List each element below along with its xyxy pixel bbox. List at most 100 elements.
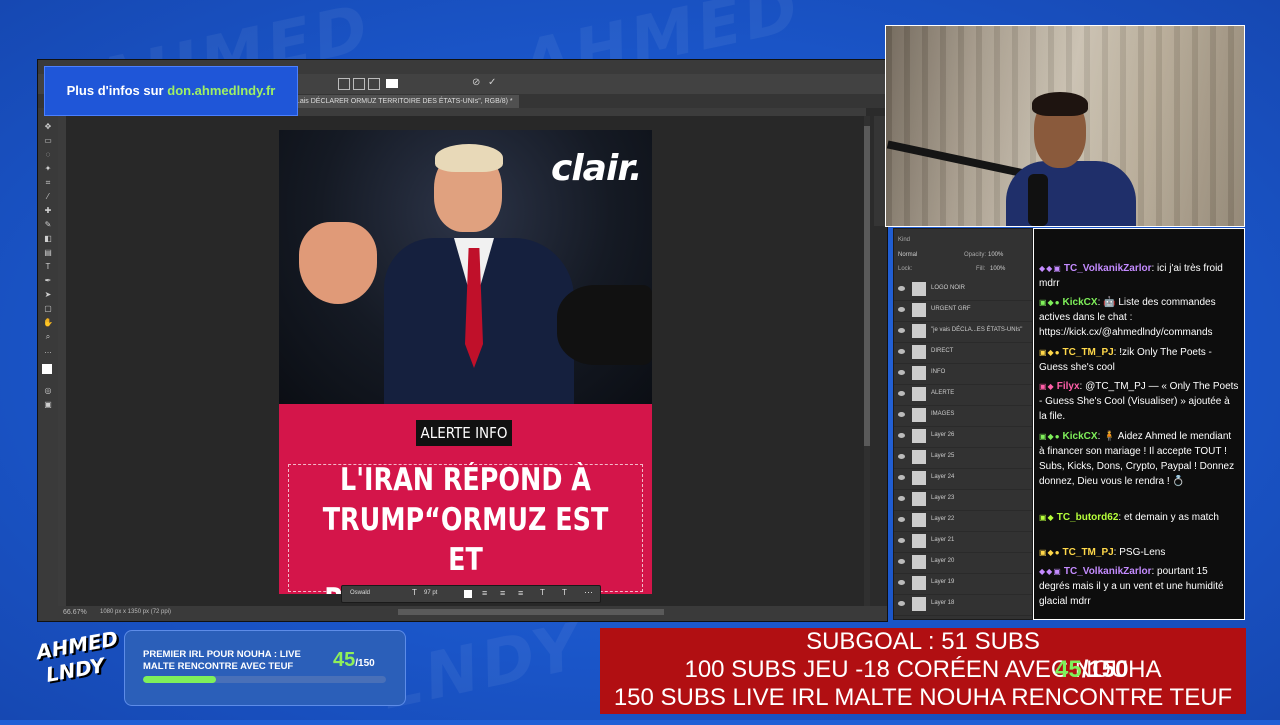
- layer-row[interactable]: LOGO NOIR: [894, 279, 1032, 301]
- visibility-eye-icon[interactable]: [898, 601, 905, 606]
- fill-field[interactable]: 100%: [990, 266, 1005, 272]
- layers-search[interactable]: Kind: [898, 237, 910, 243]
- chat-badges-icon: ▣◆●: [1039, 432, 1061, 441]
- blend-mode-select[interactable]: Normal: [898, 252, 917, 258]
- align-right-icon[interactable]: [368, 78, 380, 90]
- text-bounding-box[interactable]: [288, 464, 643, 592]
- layer-row[interactable]: Layer 22: [894, 510, 1032, 532]
- align-left-icon[interactable]: [338, 78, 350, 90]
- align-center-icon[interactable]: [353, 78, 365, 90]
- photo-microphone: [557, 285, 652, 365]
- visibility-eye-icon[interactable]: [898, 475, 905, 480]
- layer-row[interactable]: DIRECT: [894, 342, 1032, 364]
- font-size-icon: T: [412, 588, 417, 597]
- chat-username[interactable]: TC_VolkanikZarlor: [1064, 566, 1152, 577]
- goal-progress-fill: [143, 676, 216, 683]
- layer-row[interactable]: Layer 18: [894, 594, 1032, 616]
- zoom-tool-icon[interactable]: ⌕: [42, 332, 54, 341]
- layer-row[interactable]: Layer 24: [894, 468, 1032, 490]
- font-family-select[interactable]: Oswald: [350, 590, 370, 596]
- visibility-eye-icon[interactable]: [898, 349, 905, 354]
- healing-brush-icon[interactable]: ✚: [42, 206, 54, 215]
- crop-tool-icon[interactable]: ⌗: [42, 178, 54, 187]
- screen-mode-icon[interactable]: ▣: [42, 400, 54, 409]
- align-right-icon[interactable]: ≡: [518, 588, 523, 598]
- visibility-eye-icon[interactable]: [898, 391, 905, 396]
- align-center-icon[interactable]: ≡: [500, 588, 505, 598]
- chat-username[interactable]: TC_TM_PJ: [1063, 347, 1114, 358]
- layer-row[interactable]: Layer 25: [894, 447, 1032, 469]
- chat-message: ▣◆● KickCX: 🧍 Aidez Ahmed le mendiant à f…: [1039, 429, 1239, 489]
- path-select-icon[interactable]: ➤: [42, 290, 54, 299]
- visibility-eye-icon[interactable]: [898, 538, 905, 543]
- visibility-eye-icon[interactable]: [898, 517, 905, 522]
- chat-text: : PSG-Lens: [1113, 547, 1166, 558]
- channel-logo: AHMED LNDY: [34, 626, 119, 709]
- chat-badges-icon: ▣◆●: [1039, 348, 1061, 357]
- visibility-eye-icon[interactable]: [898, 328, 905, 333]
- donation-link[interactable]: don.ahmedlndy.fr: [167, 83, 275, 98]
- zoom-level[interactable]: 66.67%: [63, 609, 87, 616]
- more-options-icon[interactable]: ⋯: [584, 587, 593, 598]
- more-tools-icon[interactable]: …: [42, 346, 54, 355]
- visibility-eye-icon[interactable]: [898, 370, 905, 375]
- visibility-eye-icon[interactable]: [898, 412, 905, 417]
- eyedropper-icon[interactable]: ⁄: [42, 192, 54, 201]
- chat-username[interactable]: TC_VolkanikZarlor: [1064, 263, 1152, 274]
- chat-username[interactable]: Filyx: [1057, 381, 1080, 392]
- visibility-eye-icon[interactable]: [898, 559, 905, 564]
- layer-thumbnail: [912, 408, 926, 422]
- layer-row[interactable]: Layer 20: [894, 552, 1032, 574]
- chat-username[interactable]: KickCX: [1063, 431, 1098, 442]
- document-canvas[interactable]: clair. ALERTE INFO L'IRAN RÉPOND À TRUMP…: [279, 130, 652, 594]
- visibility-eye-icon[interactable]: [898, 433, 905, 438]
- marquee-tool-icon[interactable]: ▭: [42, 136, 54, 145]
- text-options-icon[interactable]: T: [562, 588, 567, 597]
- move-tool-icon[interactable]: ✥: [42, 122, 54, 131]
- chat-username[interactable]: KickCX: [1063, 297, 1098, 308]
- commit-check-icon[interactable]: ✓: [488, 77, 496, 88]
- visibility-eye-icon[interactable]: [898, 454, 905, 459]
- brush-tool-icon[interactable]: ✎: [42, 220, 54, 229]
- lasso-tool-icon[interactable]: ◌: [42, 150, 54, 159]
- eraser-tool-icon[interactable]: ◧: [42, 234, 54, 243]
- shape-tool-icon[interactable]: ▢: [42, 304, 54, 313]
- vertical-scrollbar[interactable]: [864, 116, 870, 606]
- warp-text-icon[interactable]: T: [540, 588, 545, 597]
- text-color-swatch[interactable]: [386, 79, 398, 88]
- magic-wand-icon[interactable]: ✦: [42, 164, 54, 173]
- visibility-eye-icon[interactable]: [898, 496, 905, 501]
- visibility-eye-icon[interactable]: [898, 307, 905, 312]
- type-tool-icon[interactable]: T: [42, 262, 54, 271]
- gradient-tool-icon[interactable]: ▤: [42, 248, 54, 257]
- visibility-eye-icon[interactable]: [898, 286, 905, 291]
- layer-row[interactable]: INFO: [894, 363, 1032, 385]
- layer-row[interactable]: Layer 26: [894, 426, 1032, 448]
- pen-tool-icon[interactable]: ✒: [42, 276, 54, 285]
- opacity-label: Opacity:: [964, 252, 987, 258]
- opacity-field[interactable]: 100%: [988, 252, 1003, 258]
- chat-username[interactable]: TC_butord62: [1057, 512, 1119, 523]
- layer-row[interactable]: IMAGES: [894, 405, 1032, 427]
- layer-row[interactable]: URGENT GRF: [894, 300, 1032, 322]
- text-color-swatch[interactable]: [464, 590, 472, 598]
- photo-hair: [435, 144, 503, 172]
- webcam-hair: [1032, 92, 1088, 116]
- font-size-field[interactable]: 97 pt: [424, 590, 437, 596]
- document-tab[interactable]: ...ais DÉCLARER ORMUZ TERRITOIRE DES ÉTA…: [288, 95, 519, 108]
- align-left-icon[interactable]: ≡: [482, 588, 487, 598]
- layer-row[interactable]: Layer 23: [894, 489, 1032, 511]
- layer-row[interactable]: Layer 21: [894, 531, 1032, 553]
- layer-thumbnail: [912, 324, 926, 338]
- layer-row[interactable]: "je vais DÉCLA...ES ÉTATS-UNIs": [894, 321, 1032, 343]
- quick-mask-icon[interactable]: ◎: [42, 386, 54, 395]
- layer-row[interactable]: ALERTE: [894, 384, 1032, 406]
- chat-username[interactable]: TC_TM_PJ: [1063, 547, 1114, 558]
- visibility-eye-icon[interactable]: [898, 580, 905, 585]
- layer-row[interactable]: Layer 19: [894, 573, 1032, 595]
- cancel-icon[interactable]: ⊘: [472, 77, 480, 88]
- hand-tool-icon[interactable]: ✋: [42, 318, 54, 327]
- chat-badges-icon: ▣◆●: [1039, 548, 1061, 557]
- foreground-color-swatch[interactable]: [42, 364, 52, 374]
- horizontal-scrollbar[interactable]: [398, 609, 664, 615]
